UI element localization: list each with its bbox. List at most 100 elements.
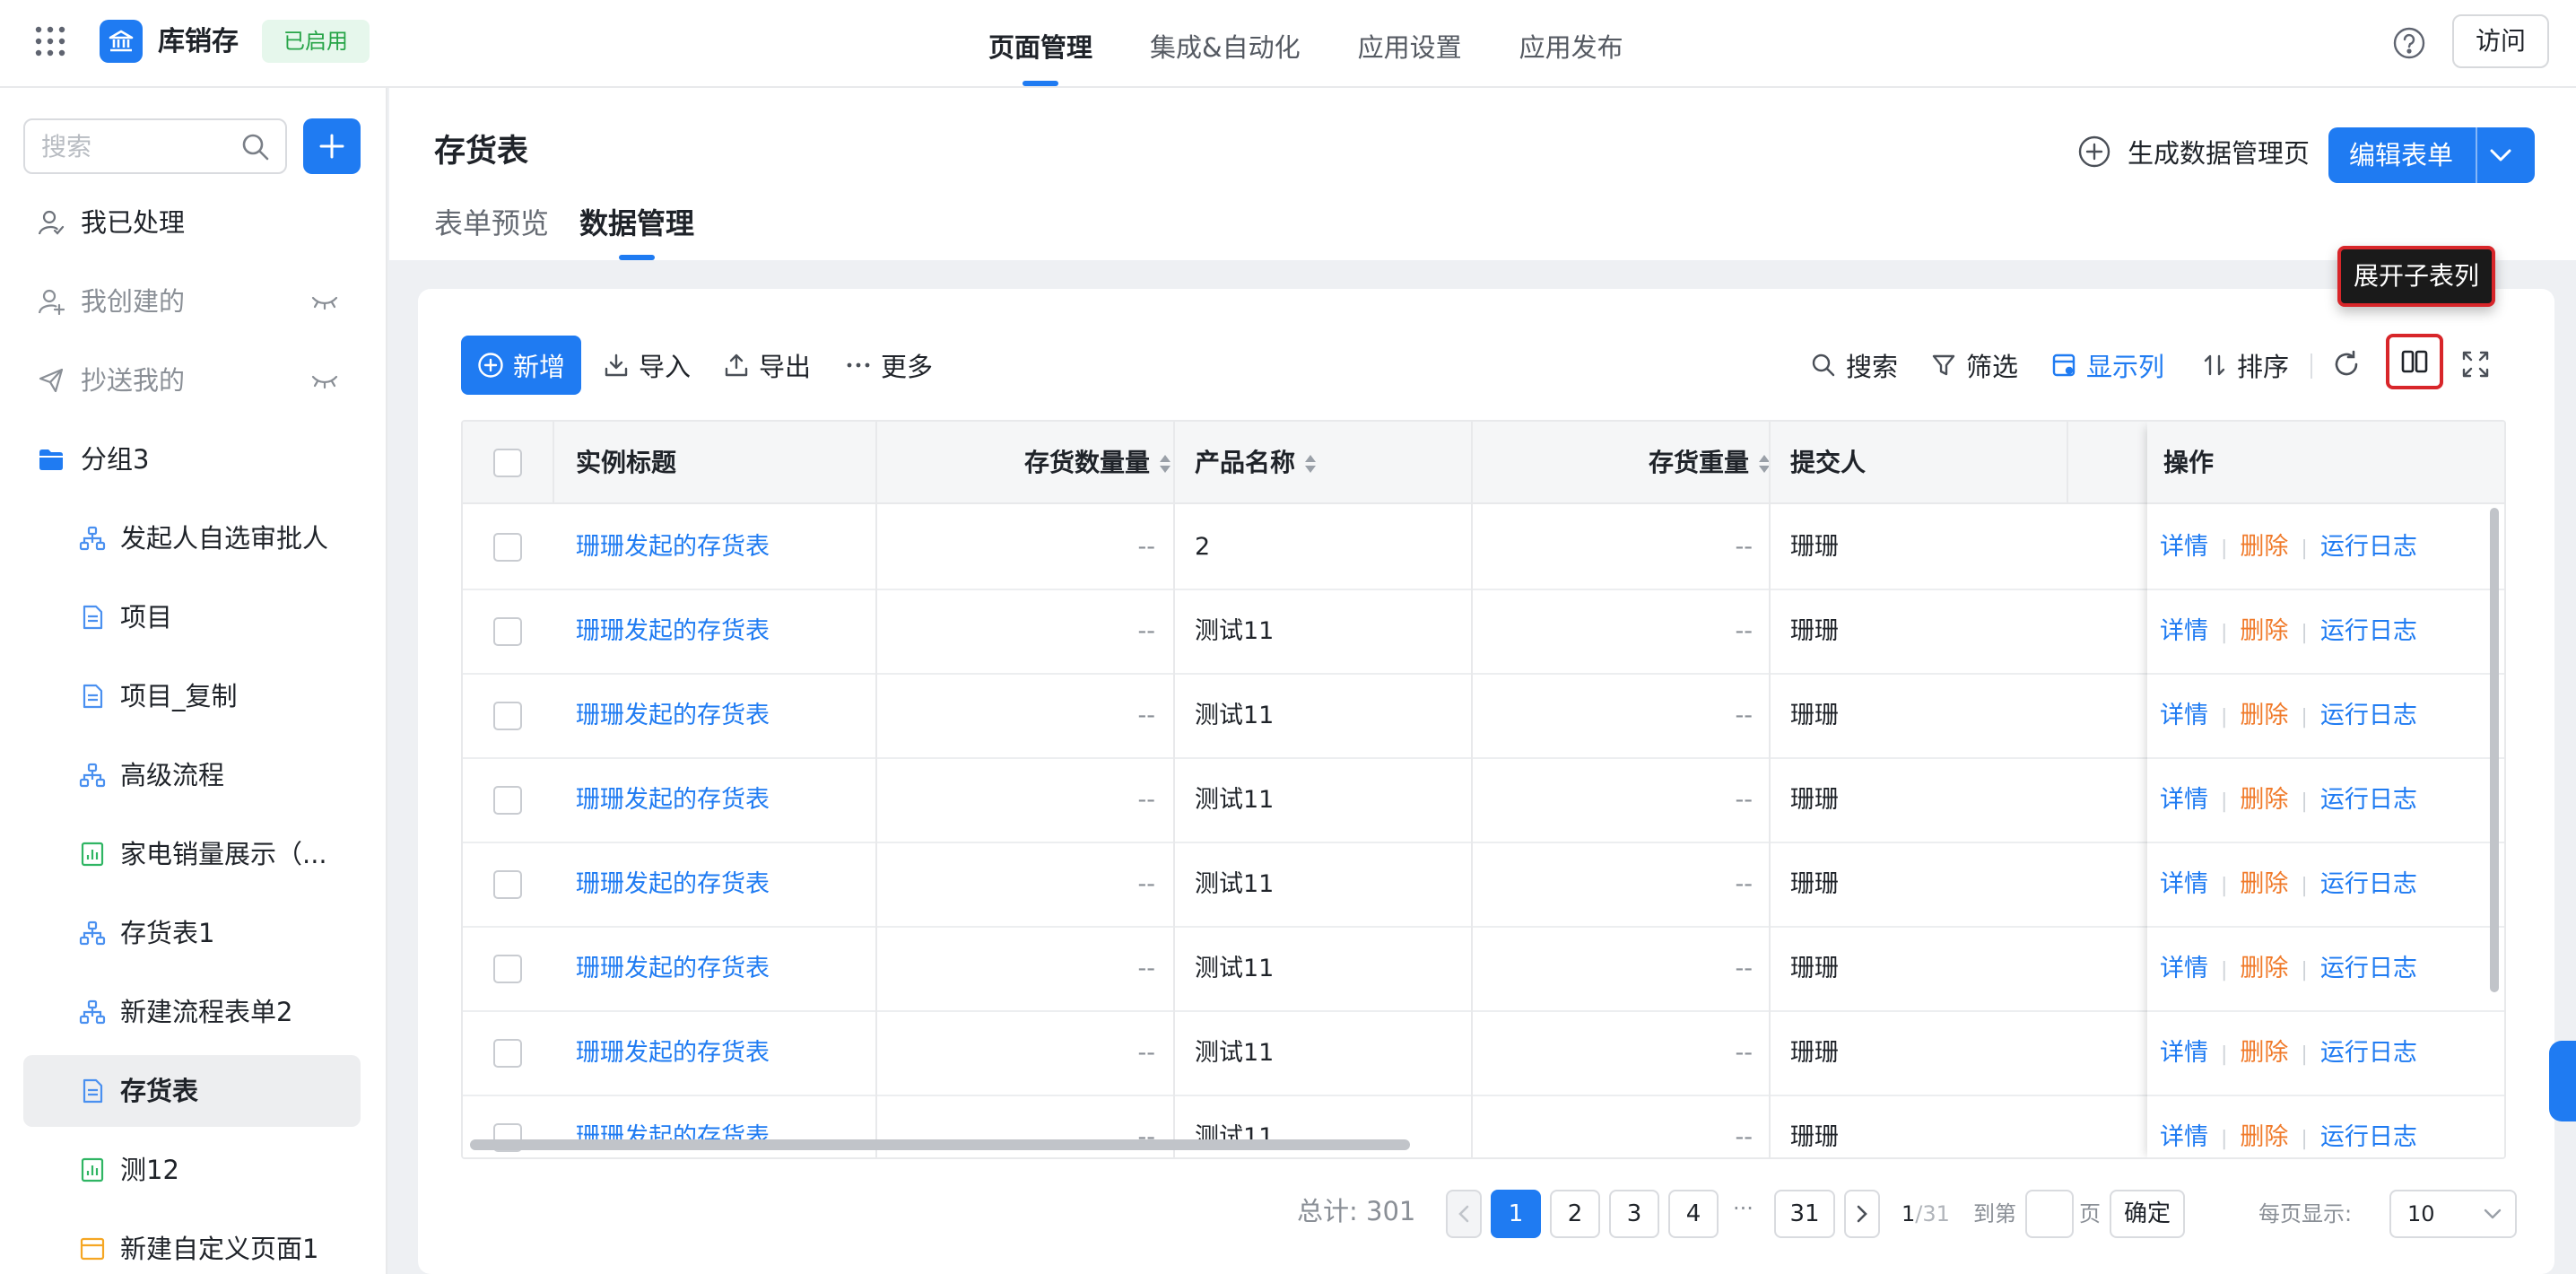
- goto-page-input[interactable]: [2025, 1190, 2074, 1238]
- sidebar-item-label: 测12: [120, 1155, 179, 1185]
- per-page-label: 每页显示:: [2258, 1201, 2353, 1226]
- nav-app-publish[interactable]: 应用发布: [1491, 0, 1652, 88]
- nav-page-management[interactable]: 页面管理: [960, 0, 1121, 88]
- column-header-product[interactable]: 产品名称: [1195, 422, 1317, 504]
- goto-confirm-button[interactable]: 确定: [2110, 1190, 2185, 1238]
- main-nav: 页面管理 集成&自动化 应用设置 应用发布: [960, 0, 1652, 88]
- display-columns-button[interactable]: 显示列: [2050, 336, 2164, 395]
- fullscreen-icon[interactable]: [2459, 348, 2492, 380]
- pagination-ellipsis[interactable]: ···: [1733, 1193, 1754, 1224]
- row-checkbox[interactable]: [493, 533, 522, 562]
- more-button[interactable]: 更多: [845, 336, 933, 395]
- nav-app-settings[interactable]: 应用设置: [1329, 0, 1491, 88]
- column-header-qty-label: 存货数量量: [1023, 448, 1150, 477]
- report-icon: [79, 841, 106, 868]
- horizontal-scrollbar[interactable]: [470, 1139, 1410, 1150]
- filter-button[interactable]: 筛选: [1930, 336, 2018, 395]
- edit-form-button[interactable]: 编辑表单: [2328, 127, 2535, 183]
- prev-page-button[interactable]: [1446, 1190, 1482, 1238]
- row-checkbox[interactable]: [493, 786, 522, 815]
- sidebar-item-label: 项目: [120, 602, 173, 633]
- download-icon: [605, 353, 628, 377]
- tab-form-preview[interactable]: 表单预览: [434, 203, 549, 260]
- sidebar-item-inventory-1[interactable]: 存货表1: [23, 897, 361, 969]
- eye-closed-icon[interactable]: [310, 370, 339, 391]
- plus-circle-icon: [478, 353, 503, 378]
- sidebar-item-processed[interactable]: 我已处理: [23, 187, 361, 258]
- import-button[interactable]: 导入: [603, 336, 691, 395]
- row-title-link[interactable]: 珊珊发起的存货表: [576, 675, 770, 757]
- sidebar-item-test12[interactable]: 测12: [23, 1134, 361, 1206]
- row-weight: --: [1735, 786, 1754, 814]
- sidebar: 搜索 我已处理 我创建的 抄送我的 分组3 发起人自选审批人 项目 项目_复制 …: [0, 88, 387, 1274]
- sidebar-item-cc[interactable]: 抄送我的: [23, 345, 361, 416]
- page-2-button[interactable]: 2: [1550, 1190, 1600, 1238]
- column-header-submitter[interactable]: 提交人: [1790, 422, 1866, 504]
- vertical-scrollbar[interactable]: [2490, 508, 2499, 992]
- sidebar-item-inventory[interactable]: 存货表: [23, 1055, 361, 1127]
- sort-label: 排序: [2237, 352, 2290, 382]
- row-title-link[interactable]: 珊珊发起的存货表: [576, 506, 770, 589]
- sort-button[interactable]: 排序: [2201, 336, 2289, 395]
- more-label: 更多: [881, 352, 934, 382]
- row-checkbox[interactable]: [493, 955, 522, 983]
- column-header-weight[interactable]: 存货重量: [1471, 422, 1771, 504]
- generate-data-page-button[interactable]: 生成数据管理页: [2077, 129, 2310, 174]
- chevron-down-icon: [2484, 1209, 2502, 1219]
- sidebar-group-3[interactable]: 分组3: [23, 423, 361, 495]
- row-checkbox[interactable]: [493, 1039, 522, 1068]
- nav-integration-automation[interactable]: 集成&自动化: [1121, 0, 1329, 88]
- row-title-link[interactable]: 珊珊发起的存货表: [576, 759, 770, 842]
- next-page-button[interactable]: [1844, 1190, 1880, 1238]
- refresh-icon[interactable]: [2330, 348, 2363, 380]
- split-columns-icon: [2401, 350, 2428, 373]
- sidebar-item-new-flow-form-2[interactable]: 新建流程表单2: [23, 976, 361, 1048]
- row-title-link[interactable]: 珊珊发起的存货表: [576, 1012, 770, 1095]
- row-weight: --: [1735, 1039, 1754, 1067]
- add-page-button[interactable]: [303, 118, 361, 174]
- column-divider: [1769, 422, 1771, 1157]
- help-icon[interactable]: [2391, 25, 2427, 61]
- feedback-tab[interactable]: [2549, 1041, 2576, 1121]
- select-all-checkbox[interactable]: [493, 449, 522, 477]
- page-4-button[interactable]: 4: [1668, 1190, 1719, 1238]
- sidebar-item-project-copy[interactable]: 项目_复制: [23, 660, 361, 732]
- row-title-link[interactable]: 珊珊发起的存货表: [576, 843, 770, 926]
- sidebar-item-approver-flow[interactable]: 发起人自选审批人: [23, 502, 361, 574]
- sidebar-item-advanced-flow[interactable]: 高级流程: [23, 739, 361, 811]
- sidebar-item-created[interactable]: 我创建的: [23, 266, 361, 337]
- sidebar-item-custom-page-1[interactable]: 新建自定义页面1: [23, 1213, 361, 1274]
- eye-closed-icon[interactable]: [310, 291, 339, 312]
- sort-icon: [2204, 354, 2225, 376]
- search-button[interactable]: 搜索: [1810, 336, 1898, 395]
- row-title-link[interactable]: 珊珊发起的存货表: [576, 590, 770, 673]
- new-record-button[interactable]: 新增: [461, 336, 581, 395]
- per-page-value: 10: [2407, 1201, 2435, 1226]
- row-product: 测试11: [1195, 1039, 1275, 1067]
- column-header-qty[interactable]: 存货数量量: [875, 422, 1171, 504]
- upload-icon: [725, 353, 748, 377]
- per-page-select[interactable]: 10: [2389, 1190, 2517, 1238]
- page-1-button[interactable]: 1: [1491, 1190, 1541, 1238]
- chevron-down-icon[interactable]: [2488, 144, 2513, 166]
- export-button[interactable]: 导出: [723, 336, 811, 395]
- page-3-button[interactable]: 3: [1609, 1190, 1659, 1238]
- data-card: 新增 导入 导出 更多 搜索 筛选 显示列 排序 展开子表列 实例标题 存货数量…: [418, 246, 2554, 1274]
- row-checkbox[interactable]: [493, 702, 522, 730]
- expand-subtable-tooltip: 展开子表列: [2337, 246, 2495, 307]
- row-checkbox[interactable]: [493, 870, 522, 899]
- pagination-current: 1/31: [1902, 1199, 1950, 1229]
- row-title-link[interactable]: 珊珊发起的存货表: [576, 928, 770, 1010]
- row-checkbox[interactable]: [493, 617, 522, 646]
- page-last-button[interactable]: 31: [1774, 1190, 1835, 1238]
- sidebar-item-project[interactable]: 项目: [23, 581, 361, 653]
- row-product: 测试11: [1195, 702, 1275, 729]
- sidebar-search-input[interactable]: 搜索: [23, 118, 287, 174]
- expand-subtable-columns-button[interactable]: [2386, 334, 2443, 389]
- app-grid-icon[interactable]: [34, 25, 66, 57]
- column-header-title[interactable]: 实例标题: [576, 422, 676, 504]
- sidebar-item-appliance-report[interactable]: 家电销量展示（...: [23, 818, 361, 890]
- plus-circle-icon: [2078, 135, 2110, 168]
- tab-data-management[interactable]: 数据管理: [579, 203, 694, 260]
- visit-button[interactable]: 访问: [2452, 14, 2549, 68]
